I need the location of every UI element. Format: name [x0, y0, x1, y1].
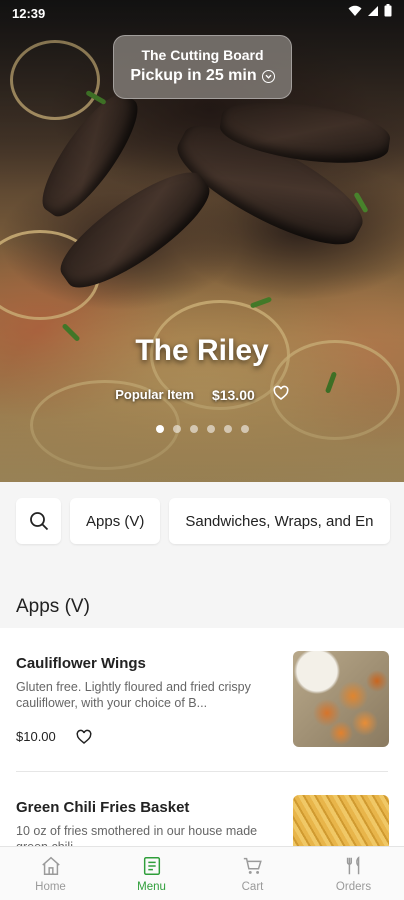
battery-icon	[384, 4, 392, 22]
item-description: Gluten free. Lightly floured and fried c…	[16, 680, 251, 710]
favorite-heart-icon[interactable]	[273, 385, 289, 404]
wifi-icon	[348, 4, 362, 22]
nav-menu[interactable]: Menu	[101, 847, 202, 900]
nav-label: Menu	[137, 881, 166, 893]
menu-item-cauliflower-wings[interactable]: Cauliflower Wings Gluten free. Lightly f…	[0, 628, 404, 768]
popular-tag: Popular Item	[115, 387, 194, 402]
carousel-dot[interactable]	[155, 425, 164, 433]
status-time: 12:39	[12, 5, 46, 21]
menu-list: Cauliflower Wings Gluten free. Lightly f…	[0, 628, 404, 858]
menu-icon	[143, 857, 160, 875]
cart-icon	[243, 857, 262, 874]
nav-cart[interactable]: Cart	[202, 847, 303, 900]
restaurant-name: The Cutting Board	[141, 47, 264, 63]
featured-item-title: The Riley	[135, 334, 269, 367]
carousel-dot[interactable]	[223, 425, 232, 433]
nav-orders[interactable]: Orders	[303, 847, 404, 900]
bottom-navigation: Home Menu Cart Orders	[0, 846, 404, 900]
category-tabs: Apps (V) Sandwiches, Wraps, and En	[16, 498, 390, 544]
pickup-time-text: Pickup in 25 min	[130, 67, 257, 84]
nav-home[interactable]: Home	[0, 847, 101, 900]
carousel-dot[interactable]	[172, 425, 181, 433]
item-description: 10 oz of fries smothered in our house ma…	[16, 824, 258, 847]
nav-label: Orders	[335, 881, 372, 893]
featured-item-price: $13.00	[211, 386, 255, 403]
app-screen: 12:39 The Cutting Board Pickup in 25 min…	[0, 0, 404, 900]
nav-label: Home	[35, 881, 66, 893]
favorite-heart-icon[interactable]	[76, 729, 92, 745]
nav-label: Cart	[241, 881, 264, 893]
pickup-info-button[interactable]: The Cutting Board Pickup in 25 min	[113, 35, 292, 99]
carousel-dot[interactable]	[189, 425, 198, 433]
pickup-time: Pickup in 25 min	[114, 67, 291, 85]
search-button[interactable]	[16, 498, 61, 544]
category-tab-apps[interactable]: Apps (V)	[70, 498, 161, 544]
status-bar: 12:39	[0, 0, 404, 26]
item-price: $10.00	[16, 729, 56, 744]
home-icon	[41, 856, 60, 875]
status-icons	[348, 4, 392, 22]
item-name: Cauliflower Wings	[16, 655, 146, 672]
orders-icon	[346, 856, 359, 875]
signal-icon	[367, 4, 379, 22]
search-icon	[29, 512, 48, 531]
item-image	[293, 651, 389, 747]
chevron-down-icon	[261, 69, 275, 83]
section-title: Apps (V)	[16, 596, 90, 617]
carousel-dot[interactable]	[206, 425, 215, 433]
carousel-dot[interactable]	[240, 425, 249, 433]
carousel-indicator[interactable]	[0, 425, 404, 433]
item-name: Green Chili Fries Basket	[16, 799, 190, 816]
category-tab-sandwiches[interactable]: Sandwiches, Wraps, and En	[169, 498, 390, 544]
featured-item-meta: Popular Item $13.00	[0, 385, 404, 404]
